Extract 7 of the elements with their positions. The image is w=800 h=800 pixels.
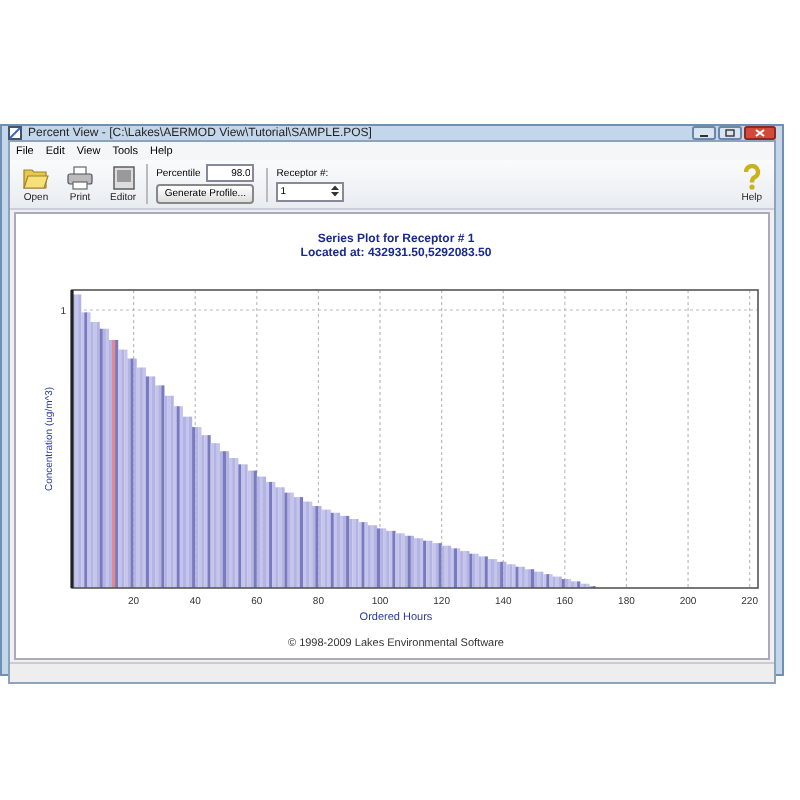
monitor-icon — [111, 165, 136, 189]
folder-icon — [22, 165, 50, 189]
printer-icon — [66, 165, 94, 189]
maximize-button[interactable] — [718, 126, 742, 140]
question-mark-icon — [741, 164, 762, 190]
minimize-button[interactable] — [692, 126, 716, 140]
close-button[interactable] — [744, 126, 776, 140]
